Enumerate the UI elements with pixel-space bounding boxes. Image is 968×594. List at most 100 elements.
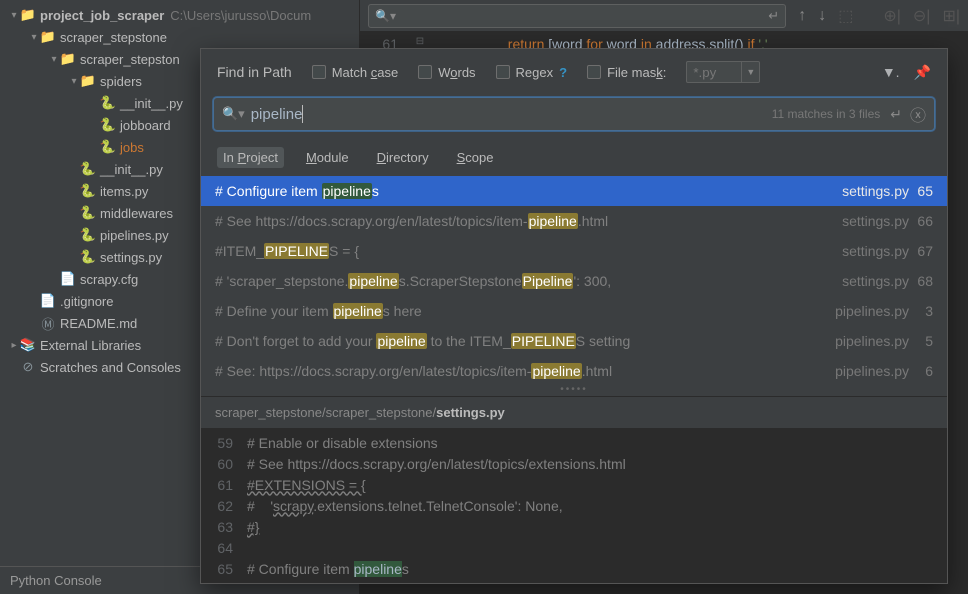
result-row[interactable]: #ITEM_PIPELINES = {settings.py67 — [201, 236, 947, 266]
tab-scope[interactable]: Scope — [451, 147, 500, 168]
tree-label: jobboard — [120, 118, 171, 133]
py-icon: 🐍 — [80, 249, 96, 265]
editor-search-mini[interactable]: 🔍▾ ↵ — [368, 4, 786, 28]
regex-help-icon[interactable]: ? — [559, 65, 567, 80]
add-selection-icon[interactable]: ⊕| — [883, 6, 901, 26]
result-row[interactable]: # See https://docs.scrapy.org/en/latest/… — [201, 206, 947, 236]
preview-code-text: # Configure item pipelines — [247, 561, 409, 577]
preview-line-number: 63 — [201, 519, 247, 535]
tree-label: Scratches and Consoles — [40, 360, 181, 375]
result-line: 67 — [913, 243, 933, 259]
result-row[interactable]: # Configure item pipelinessettings.py65 — [201, 176, 947, 206]
folder-icon: 📁 — [60, 51, 76, 67]
tree-label: scrapy.cfg — [80, 272, 138, 287]
search-input[interactable]: 🔍▾ pipeline 11 matches in 3 files ↵ ⓧ — [213, 97, 935, 131]
preview-code-text: # See https://docs.scrapy.org/en/latest/… — [247, 456, 626, 472]
search-results: # Configure item pipelines settings.py 6 5 #… — [201, 176, 947, 386]
preview-code-text: # 'scrapy.extensions.telnet.TelnetConsol… — [247, 498, 563, 514]
search-icon: 🔍▾ — [375, 9, 396, 23]
result-file: settings.py — [842, 183, 909, 199]
tree-item[interactable]: ▾📁scraper_stepstone — [0, 26, 359, 48]
result-file: settings.py — [842, 273, 909, 289]
lib-icon: 📚 — [20, 337, 36, 353]
result-file: settings.py — [842, 243, 909, 259]
enter-icon: ↵ — [768, 8, 779, 24]
result-file: pipelines.py — [835, 333, 909, 349]
preview-line-number: 64 — [201, 540, 247, 556]
result-text: # Define your item pipelines here — [215, 303, 825, 319]
tab-in-project[interactable]: In Project — [217, 147, 284, 168]
find-in-path-popup: Find in Path Match case Words Regex ? Fi… — [200, 48, 948, 584]
scratch-icon: ⊘ — [20, 359, 36, 375]
next-match-icon[interactable]: ↓ — [818, 7, 826, 25]
result-file: pipelines.py — [835, 363, 909, 379]
result-row[interactable]: # See: https://docs.scrapy.org/en/latest… — [201, 356, 947, 386]
match-case-checkbox[interactable]: Match case — [312, 65, 398, 80]
pin-icon[interactable]: 📌 — [914, 64, 931, 81]
result-row[interactable]: # 'scraper_stepstone.pipelines.ScraperSt… — [201, 266, 947, 296]
tab-module[interactable]: Module — [300, 147, 355, 168]
filemask-dropdown[interactable]: ▼ — [742, 61, 760, 83]
scope-tabs: In Project Module Directory Scope — [201, 141, 947, 176]
py-icon: 🐍 — [100, 95, 116, 111]
py-icon: 🐍 — [80, 183, 96, 199]
md-icon: Ⓜ — [40, 315, 56, 331]
preview-line: 64 — [201, 537, 947, 558]
newline-icon[interactable]: ↵ — [890, 106, 902, 123]
preview-file-path: scraper_stepstone/scraper_stepstone/sett… — [201, 396, 947, 428]
tree-arrow-icon[interactable]: ▾ — [48, 54, 60, 65]
result-line: 5 — [913, 333, 933, 349]
tree-label: __init__.py — [120, 96, 183, 111]
filemask-checkbox[interactable]: File mask: — [587, 65, 666, 80]
result-text: # Don't forget to add your pipeline to t… — [215, 333, 825, 349]
tab-directory[interactable]: Directory — [371, 147, 435, 168]
py-icon: 🐍 — [80, 161, 96, 177]
result-text: # Configure item pipelines — [215, 183, 832, 199]
tree-label: scraper_stepstone — [60, 30, 167, 45]
tree-label: middlewares — [100, 206, 173, 221]
py-icon: 🐍 — [100, 139, 116, 155]
tree-item[interactable]: ▾📁 project_job_scraper C:\Users\jurusso\Do… — [0, 4, 359, 26]
clear-search-icon[interactable]: ⓧ — [910, 102, 926, 126]
popup-title: Find in Path — [217, 64, 292, 80]
regex-checkbox[interactable]: Regex ? — [496, 65, 568, 80]
tree-label: project_job_scraper — [40, 8, 164, 23]
words-checkbox[interactable]: Words — [418, 65, 475, 80]
tree-label: spiders — [100, 74, 142, 89]
folder-icon: 📁 — [20, 7, 36, 23]
filter-icon[interactable]: ▼. — [882, 64, 900, 81]
match-count: 11 matches in 3 files — [772, 107, 881, 121]
preview-line-number: 59 — [201, 435, 247, 451]
result-line: 3 — [913, 303, 933, 319]
tree-path: C:\Users\jurusso\Docum — [170, 8, 311, 23]
tree-label: .gitignore — [60, 294, 113, 309]
search-icon: 🔍▾ — [222, 106, 245, 122]
tree-label: items.py — [100, 184, 148, 199]
tree-label: settings.py — [100, 250, 162, 265]
tree-label: README.md — [60, 316, 137, 331]
preview-line-number: 65 — [201, 561, 247, 577]
result-row[interactable]: # Define your item pipelines here pipelin… — [201, 296, 947, 326]
select-all-occurrences-icon[interactable]: ⊞| — [942, 6, 960, 26]
tree-arrow-icon[interactable]: ▾ — [8, 10, 20, 21]
tree-arrow-icon[interactable]: ▸ — [8, 340, 20, 351]
filemask-input[interactable] — [686, 61, 742, 83]
remove-selection-icon[interactable]: ⊖| — [913, 6, 931, 26]
preview-line: 62# 'scrapy.extensions.telnet.TelnetCons… — [201, 495, 947, 516]
tree-arrow-icon[interactable]: ▾ — [28, 32, 40, 43]
select-all-icon[interactable]: ⬚ — [838, 6, 853, 26]
result-file: settings.py — [842, 213, 909, 229]
result-line: 66 — [913, 213, 933, 229]
py-icon: 🐍 — [100, 117, 116, 133]
folder-icon: 📁 — [80, 73, 96, 89]
file-icon: 📄 — [40, 293, 56, 309]
prev-match-icon[interactable]: ↑ — [798, 7, 806, 25]
preview-code[interactable]: 59# Enable or disable extensions60# See … — [201, 428, 947, 583]
tree-arrow-icon[interactable]: ▾ — [68, 76, 80, 87]
result-file: pipelines.py — [835, 303, 909, 319]
py-icon: 🐍 — [80, 205, 96, 221]
result-row[interactable]: # Don't forget to add your pipeline to t… — [201, 326, 947, 356]
resize-handle[interactable]: ••••• — [201, 386, 947, 396]
preview-line-number: 60 — [201, 456, 247, 472]
result-line: 6 — [913, 363, 933, 379]
